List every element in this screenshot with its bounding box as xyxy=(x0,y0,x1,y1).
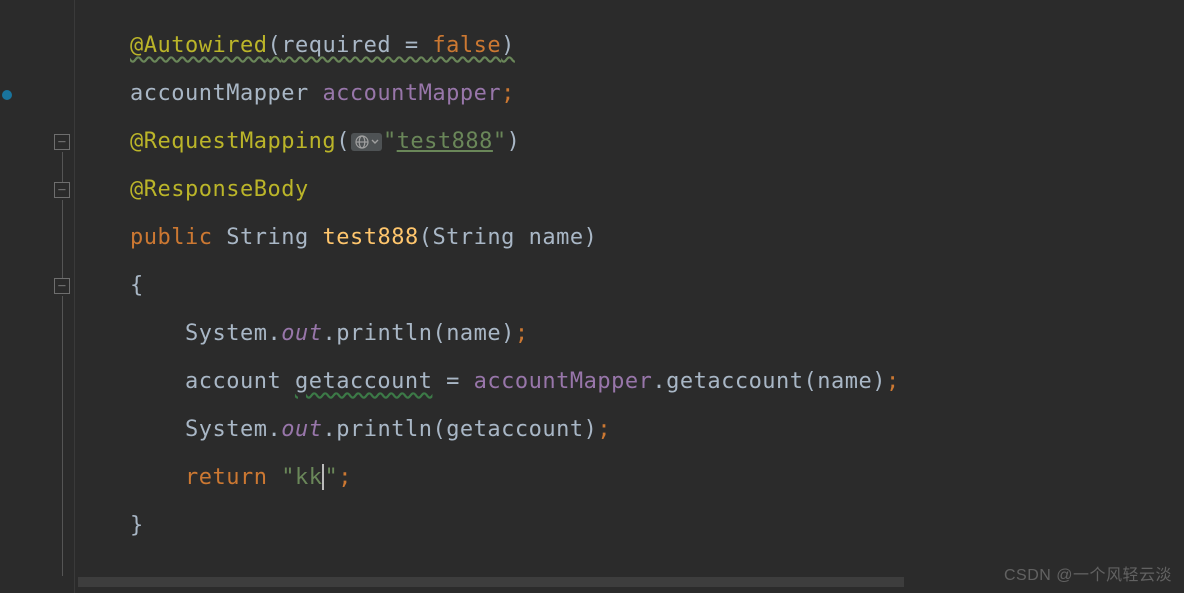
code-line[interactable]: @RequestMapping( "test888") xyxy=(130,118,1184,166)
dot: . xyxy=(322,417,336,442)
argument: getaccount xyxy=(446,417,583,442)
paren: ( xyxy=(804,369,818,394)
annotation-responsebody: @ResponseBody xyxy=(130,177,309,202)
field-out: out xyxy=(281,417,322,442)
type-string: String xyxy=(226,225,308,250)
annotation-autowired: @Autowired xyxy=(130,33,267,58)
variable: accountMapper xyxy=(322,81,501,106)
field-ref: accountMapper xyxy=(474,369,653,394)
url-mapping-link[interactable]: test888 xyxy=(397,129,493,154)
class-system: System xyxy=(185,321,267,346)
variable: getaccount xyxy=(295,369,432,394)
watermark-text: CSDN @一个风轻云淡 xyxy=(1004,561,1172,585)
paren: ) xyxy=(501,33,515,58)
indent xyxy=(130,417,185,442)
dot: . xyxy=(322,321,336,346)
method-println: println xyxy=(336,321,432,346)
globe-icon[interactable] xyxy=(351,133,382,151)
paren: ) xyxy=(584,417,598,442)
code-line[interactable]: return "kk"; xyxy=(130,454,1184,502)
code-editor[interactable]: @Autowired(required = false) accountMapp… xyxy=(0,0,1184,593)
brace-open: { xyxy=(130,273,144,298)
paren: ) xyxy=(872,369,886,394)
paren: ) xyxy=(507,129,521,154)
fold-guide xyxy=(62,200,63,286)
argument: name xyxy=(817,369,872,394)
string-value: kk xyxy=(295,465,323,490)
editor-gutter xyxy=(0,0,75,593)
code-line[interactable]: account getaccount = accountMapper.getac… xyxy=(130,358,1184,406)
dot: . xyxy=(652,369,666,394)
dot: . xyxy=(267,417,281,442)
semicolon: ; xyxy=(338,465,352,490)
paren: ) xyxy=(584,225,598,250)
type-name: accountMapper xyxy=(130,81,322,106)
equals: = xyxy=(391,33,432,58)
annotation-requestmapping: @RequestMapping xyxy=(130,129,336,154)
fold-toggle-icon[interactable] xyxy=(54,182,70,198)
sp xyxy=(212,225,226,250)
method-name: test888 xyxy=(322,225,418,250)
method-call: getaccount xyxy=(666,369,803,394)
string-quote: " xyxy=(493,129,507,154)
type-name: account xyxy=(185,369,295,394)
semicolon: ; xyxy=(597,417,611,442)
code-content[interactable]: @Autowired(required = false) accountMapp… xyxy=(75,0,1184,593)
paren: ( xyxy=(419,225,433,250)
param-type: String xyxy=(432,225,514,250)
code-line[interactable]: @Autowired(required = false) xyxy=(130,22,1184,70)
indent xyxy=(130,465,185,490)
param: required xyxy=(281,33,391,58)
horizontal-scrollbar[interactable] xyxy=(78,577,904,587)
semicolon: ; xyxy=(501,81,515,106)
code-line[interactable]: System.out.println(name); xyxy=(130,310,1184,358)
paren: ( xyxy=(432,321,446,346)
field-out: out xyxy=(281,321,322,346)
gutter-indicator-icon xyxy=(2,90,12,100)
paren: ( xyxy=(432,417,446,442)
string-quote: " xyxy=(383,129,397,154)
indent xyxy=(130,369,185,394)
param-name: name xyxy=(529,225,584,250)
sp xyxy=(515,225,529,250)
code-line[interactable]: } xyxy=(130,502,1184,550)
method-println: println xyxy=(336,417,432,442)
dot: . xyxy=(267,321,281,346)
argument: name xyxy=(446,321,501,346)
keyword-public: public xyxy=(130,225,212,250)
brace-close: } xyxy=(130,513,144,538)
sp xyxy=(309,225,323,250)
string-quote: " xyxy=(281,465,295,490)
code-line[interactable]: System.out.println(getaccount); xyxy=(130,406,1184,454)
code-line[interactable]: public String test888(String name) xyxy=(130,214,1184,262)
indent xyxy=(130,321,185,346)
equals: = xyxy=(432,369,473,394)
keyword-return: return xyxy=(185,465,267,490)
class-system: System xyxy=(185,417,267,442)
chevron-down-icon xyxy=(371,138,379,146)
semicolon: ; xyxy=(515,321,529,346)
paren: ( xyxy=(267,33,281,58)
sp xyxy=(267,465,281,490)
fold-toggle-icon[interactable] xyxy=(54,134,70,150)
paren: ) xyxy=(501,321,515,346)
code-line[interactable]: { xyxy=(130,262,1184,310)
code-line[interactable]: accountMapper accountMapper; xyxy=(130,70,1184,118)
fold-guide xyxy=(62,296,63,576)
string-quote: " xyxy=(324,465,338,490)
fold-toggle-icon[interactable] xyxy=(54,278,70,294)
paren: ( xyxy=(336,129,350,154)
semicolon: ; xyxy=(886,369,900,394)
keyword-false: false xyxy=(432,33,501,58)
code-line[interactable]: @ResponseBody xyxy=(130,166,1184,214)
